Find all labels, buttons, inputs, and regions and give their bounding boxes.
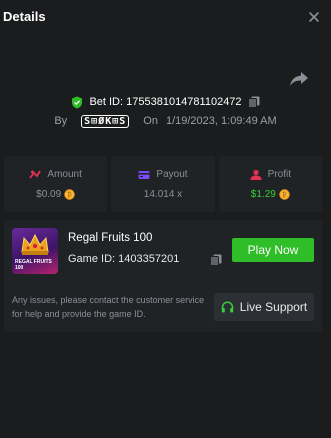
- support-help-text: Any issues, please contact the customer …: [12, 295, 205, 319]
- username[interactable]: S⊞ØK⊞S: [81, 114, 130, 128]
- coin-icon: ₿: [279, 188, 290, 200]
- stat-amount-label: Amount: [47, 169, 82, 180]
- game-id: Game ID: 1403357201: [68, 253, 179, 265]
- live-support-button[interactable]: Live Support: [214, 293, 314, 321]
- shield-check-icon: [72, 96, 83, 108]
- details-header: Details: [0, 0, 331, 36]
- copy-icon[interactable]: [247, 96, 260, 108]
- stat-amount-value: $0.09: [36, 188, 62, 200]
- stat-profit-value: $1.29: [250, 188, 276, 200]
- bet-id-row: Bet ID: 1755381014781102472: [0, 94, 331, 110]
- stat-payout-label: Payout: [156, 169, 188, 180]
- game-card: REGAL FRUITS 100 Regal Fruits 100 Game I…: [4, 220, 322, 332]
- bet-stats: Amount $0.09 ₿ Payout 14.014 x Profit $1…: [4, 156, 322, 212]
- profit-icon: [250, 169, 262, 180]
- game-thumbnail-text: REGAL FRUITS 100: [15, 259, 52, 271]
- stat-amount: Amount $0.09 ₿: [4, 156, 108, 212]
- by-label: By: [54, 115, 68, 127]
- live-support-label: Live Support: [239, 300, 308, 314]
- stat-profit-value-row: $1.29 ₿: [251, 189, 290, 200]
- game-id-value: 1403357201: [118, 253, 180, 265]
- payout-icon: [138, 170, 150, 179]
- bet-id-text: Bet ID: 1755381014781102472: [89, 96, 241, 108]
- page-title: Details: [3, 9, 46, 24]
- stat-profit-label: Profit: [267, 169, 291, 180]
- share-icon[interactable]: [289, 70, 309, 88]
- close-icon[interactable]: [307, 10, 321, 24]
- bet-datetime: 1/19/2023, 1:09:49 AM: [165, 115, 277, 127]
- on-label: On: [143, 115, 158, 127]
- stat-profit: Profit $1.29 ₿: [218, 156, 322, 212]
- stat-payout-value: 14.014 x: [143, 188, 183, 200]
- game-thumbnail[interactable]: REGAL FRUITS 100: [12, 228, 58, 274]
- coin-icon: ₿: [64, 188, 75, 200]
- stat-payout-label-row: Payout: [138, 169, 188, 181]
- play-now-button[interactable]: Play Now: [232, 238, 314, 262]
- bet-id-value: 1755381014781102472: [126, 96, 242, 108]
- stat-payout: Payout 14.014 x: [111, 156, 215, 212]
- game-id-label: Game ID:: [68, 253, 116, 265]
- svg-text:₿: ₿: [67, 191, 72, 198]
- headset-icon: [221, 301, 234, 312]
- svg-text:₿: ₿: [282, 191, 287, 198]
- stat-amount-label-row: Amount: [29, 169, 82, 181]
- copy-icon[interactable]: [210, 254, 222, 266]
- bet-meta-row: By S⊞ØK⊞S On 1/19/2023, 1:09:49 AM: [0, 113, 331, 129]
- amount-icon: [29, 170, 42, 179]
- bet-id-label: Bet ID:: [89, 96, 124, 108]
- stat-amount-value-row: $0.09 ₿: [36, 189, 75, 200]
- game-name: Regal Fruits 100: [68, 232, 153, 244]
- stat-profit-label-row: Profit: [250, 169, 291, 181]
- stat-payout-value-row: 14.014 x: [144, 189, 182, 200]
